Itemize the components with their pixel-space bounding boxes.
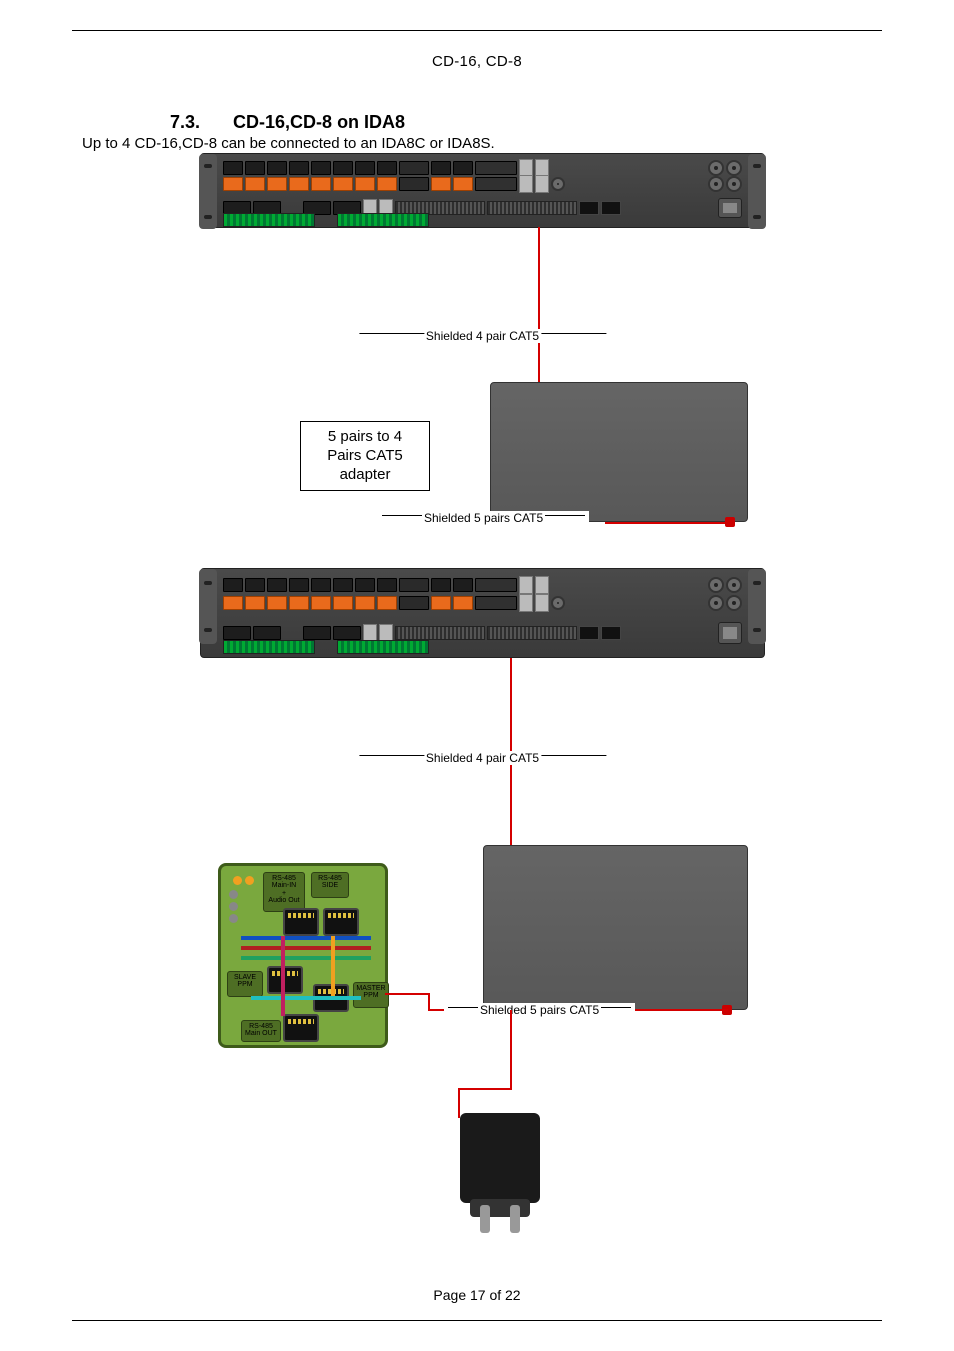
adapter-box-top: [490, 382, 748, 522]
pcb-rj45-slave: [267, 966, 303, 994]
section-intro: Up to 4 CD-16,CD-8 can be connected to a…: [82, 135, 495, 152]
cable-label-4pair-2: Shielded 4 pair CAT5: [355, 751, 610, 765]
adapter-line1: 5 pairs to 4: [311, 428, 419, 447]
rack-unit-ida8-top: [200, 153, 765, 228]
pcb-rj45-in: [283, 908, 319, 936]
page-number: Page 17 of 22: [0, 1287, 954, 1303]
cable-label-5pair-1: Shielded 5 pairs CAT5: [378, 511, 589, 525]
pcb-rs485-out-label: RS-485 Main OUT: [241, 1020, 281, 1042]
pcb-rs485-in-label: RS-485 Main-IN + Audio Out: [263, 872, 305, 912]
pcb-rj45-side: [323, 908, 359, 936]
header-rule: [72, 30, 882, 31]
psu-cable-vertical: [510, 1010, 512, 1090]
cable-label-4pair-1: Shielded 4 pair CAT5: [355, 329, 610, 343]
pcb-rj45-out: [283, 1014, 319, 1042]
adapter-box-bottom: [483, 845, 748, 1010]
section-title: CD-16,CD-8 on IDA8: [233, 112, 405, 132]
footer-rule: [72, 1320, 882, 1321]
junction-pcb: RS-485 Main-IN + Audio Out RS-485 SIDE S…: [218, 863, 388, 1048]
cable-label-5pair-2: Shielded 5 pairs CAT5: [444, 1003, 635, 1017]
rack-unit-ida8-bottom: [200, 568, 765, 658]
section-heading: 7.3. CD-16,CD-8 on IDA8: [170, 112, 405, 133]
pcb-master-ppm-label: MASTER PPM: [353, 982, 389, 1008]
adapter-line3: adapter: [311, 466, 419, 485]
pcb-rs485-side-label: RS-485 SIDE: [311, 872, 349, 898]
adapter-line2: Pairs CAT5: [311, 447, 419, 466]
cable-red-h1: [605, 522, 725, 524]
section-number: 7.3.: [170, 112, 200, 132]
cable-red-pcb-out: [385, 993, 430, 995]
connection-diagram: Shielded 4 pair CAT5 5 pairs to 4 Pairs …: [200, 153, 765, 1268]
adapter-caption: 5 pairs to 4 Pairs CAT5 adapter: [300, 421, 430, 491]
header-device-title: CD-16, CD-8: [0, 53, 954, 70]
pcb-slave-ppm-label: SLAVE PPM: [227, 971, 263, 997]
